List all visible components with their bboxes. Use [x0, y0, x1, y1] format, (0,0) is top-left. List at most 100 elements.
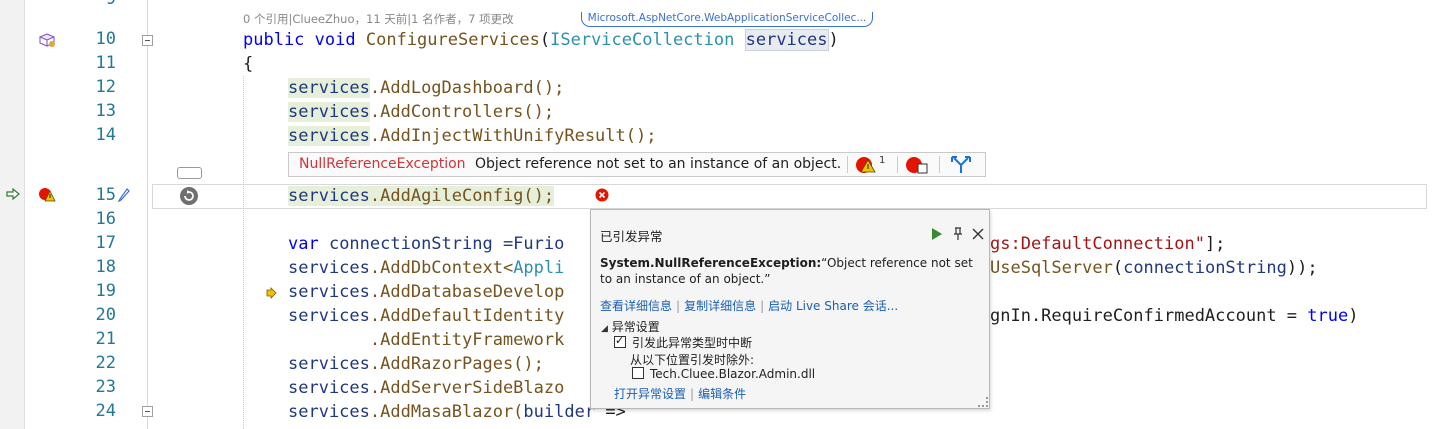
code-token: services: [288, 282, 370, 302]
line-number: 16: [95, 209, 116, 229]
edit-conditions-link[interactable]: 编辑条件: [698, 387, 746, 401]
fold-toggle[interactable]: [142, 406, 153, 417]
exception-type[interactable]: NullReferenceException: [299, 153, 466, 176]
line-number: 14: [95, 125, 116, 145]
codelens-chip[interactable]: Microsoft.AspNetCore.WebApplicationServi…: [581, 12, 873, 27]
code-line[interactable]: services.AddMasaBlazor(builder =>: [288, 400, 626, 424]
error-icon[interactable]: [595, 188, 609, 202]
exception-detail: System.NullReferenceException:“Object re…: [600, 255, 975, 287]
code-token: services: [288, 126, 370, 146]
code-line-tail[interactable]: UseSqlServer(connectionString));: [990, 256, 1318, 280]
code-token: services: [288, 378, 370, 398]
code-token: .AddEntityFramework: [288, 330, 565, 350]
codelens-info[interactable]: 0 个引用|ClueeZhuo，11 天前|1 名作者，7 项更改: [243, 11, 514, 27]
line-number: 24: [95, 401, 116, 421]
code-line[interactable]: .AddEntityFramework: [288, 328, 564, 352]
code-line[interactable]: services.AddRazorPages();: [288, 352, 544, 376]
code-token: gs:DefaultConnection": [990, 234, 1205, 254]
resize-grip[interactable]: [978, 397, 988, 407]
code-line[interactable]: services.AddDatabaseDevelop: [288, 280, 564, 304]
line-number: 10: [95, 29, 116, 49]
line-number: 18: [95, 257, 116, 277]
code-line[interactable]: {: [243, 52, 253, 76]
code-token: (: [1112, 258, 1124, 278]
breakpoint-warning-icon[interactable]: [38, 187, 56, 203]
code-line[interactable]: services.AddDefaultIdentity: [288, 304, 564, 328]
code-line[interactable]: services.AddLogDashboard();: [288, 76, 564, 100]
code-token: .AddInjectWithUnifyResult();: [369, 126, 657, 146]
line-number: 23: [95, 377, 116, 397]
code-token: services: [288, 354, 370, 374]
module-label: Tech.Cluee.Blazor.Admin.dll: [650, 367, 816, 381]
exception-settings-section[interactable]: ◢ 异常设置: [601, 318, 660, 335]
code-token: (: [539, 30, 551, 50]
line-number: 15: [95, 185, 116, 205]
break-on-type-checkbox[interactable]: [614, 334, 626, 348]
code-token: builder: [523, 402, 596, 422]
code-line[interactable]: public void ConfigureServices(IServiceCo…: [243, 28, 839, 52]
code-line-tail[interactable]: gnIn.RequireConfirmedAccount = true): [990, 304, 1358, 328]
code-token: .AddAgileConfig();: [369, 186, 555, 206]
collapsed-region-icon[interactable]: [177, 167, 202, 179]
fork-arrow-icon[interactable]: [949, 155, 973, 174]
indent-guide: [243, 76, 244, 429]
code-line[interactable]: services.AddControllers();: [288, 100, 554, 124]
view-details-link[interactable]: 查看详细信息: [600, 299, 672, 313]
exception-banner[interactable]: NullReferenceException Object reference …: [288, 152, 986, 177]
code-line[interactable]: services.AddDbContext<Appli: [288, 256, 564, 280]
line-number: 11: [95, 53, 116, 73]
code-token: ): [1348, 306, 1359, 326]
code-line-tail[interactable]: gs:DefaultConnection"];: [990, 232, 1225, 256]
code-token: .AddControllers();: [369, 102, 555, 122]
code-token: .AddServerSideBlazo: [369, 378, 565, 398]
settings-header: 异常设置: [611, 320, 660, 334]
code-token: ): [828, 30, 839, 50]
code-line[interactable]: services.AddServerSideBlazo: [288, 376, 564, 400]
code-token: ));: [1286, 258, 1318, 278]
fold-toggle[interactable]: [142, 35, 153, 46]
code-line-current[interactable]: services.AddAgileConfig();: [288, 184, 555, 208]
break-on-type-row[interactable]: 引发此异常类型时中断: [614, 334, 752, 351]
continue-icon[interactable]: [931, 227, 943, 241]
line-number: 20: [95, 305, 116, 325]
close-icon[interactable]: [972, 228, 984, 240]
except-from-label: 从以下位置引发时除外:: [630, 353, 755, 367]
exception-message: Object reference not set to an instance …: [475, 156, 842, 172]
code-token: services: [288, 102, 370, 122]
code-token: .AddMasaBlazor(: [369, 402, 524, 422]
bookmark-arrow-icon: [266, 287, 277, 299]
open-exception-settings-link[interactable]: 打开异常设置: [614, 387, 686, 401]
code-token: Appli: [513, 258, 565, 278]
exception-full-name: System.NullReferenceException:: [600, 256, 822, 270]
code-token: .AddDbContext<: [369, 258, 514, 278]
module-checkbox[interactable]: [632, 367, 644, 379]
pin-icon[interactable]: [953, 227, 963, 241]
code-token: .AddDatabaseDevelop: [369, 282, 565, 302]
code-line[interactable]: services.AddInjectWithUnifyResult();: [288, 124, 656, 148]
execution-pointer-icon: [6, 188, 20, 200]
pencil-edit-icon[interactable]: [117, 186, 131, 202]
copy-details-link[interactable]: 复制详细信息: [684, 299, 756, 313]
code-line[interactable]: var connectionString =Furio: [288, 232, 564, 256]
code-token: connectionString: [1123, 258, 1287, 278]
line-number: 17: [95, 233, 116, 253]
popup-title: 已引发异常: [600, 229, 663, 244]
glyph-margin: [0, 0, 25, 429]
code-token: .AddDefaultIdentity: [369, 306, 565, 326]
package-icon: [38, 33, 56, 47]
module-row[interactable]: Tech.Cluee.Blazor.Admin.dll: [632, 367, 815, 381]
outlining-margin: [147, 0, 148, 429]
code-token: UseSqlServer: [990, 258, 1113, 278]
code-token: gnIn.RequireConfirmedAccount =: [990, 306, 1308, 326]
breakpoint-settings-icon[interactable]: [905, 155, 931, 174]
code-token: services: [288, 258, 370, 278]
live-share-link[interactable]: 启动 Live Share 会话...: [768, 299, 898, 313]
exception-helper-popup[interactable]: 已引发异常 System.NullReferenceException:“Obj…: [590, 209, 990, 409]
code-token: IServiceCollection: [550, 30, 735, 50]
exception-count: 1: [879, 155, 886, 166]
code-token: ];: [1204, 234, 1226, 254]
code-token: .AddRazorPages();: [369, 354, 544, 374]
code-token: services: [288, 78, 370, 98]
collapse-triangle-icon[interactable]: ◢: [601, 324, 608, 334]
exception-warning-icon[interactable]: [855, 155, 879, 174]
